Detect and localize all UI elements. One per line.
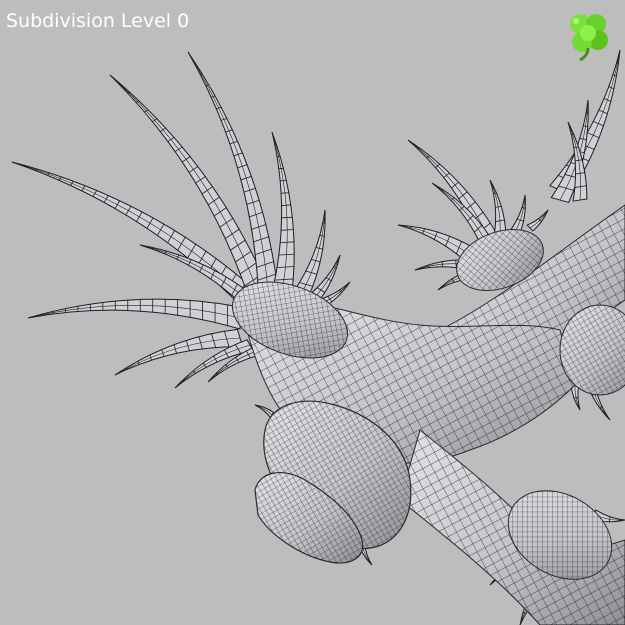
spike bbox=[509, 194, 526, 234]
3d-viewport[interactable]: Subdivision Level 0 bbox=[0, 0, 625, 625]
green-clover-logo-icon bbox=[562, 10, 614, 62]
spike bbox=[254, 404, 275, 419]
wireframe-mesh-render bbox=[11, 49, 625, 625]
spike bbox=[27, 298, 241, 330]
spike bbox=[11, 161, 257, 311]
subdivision-level-label: Subdivision Level 0 bbox=[6, 10, 190, 32]
